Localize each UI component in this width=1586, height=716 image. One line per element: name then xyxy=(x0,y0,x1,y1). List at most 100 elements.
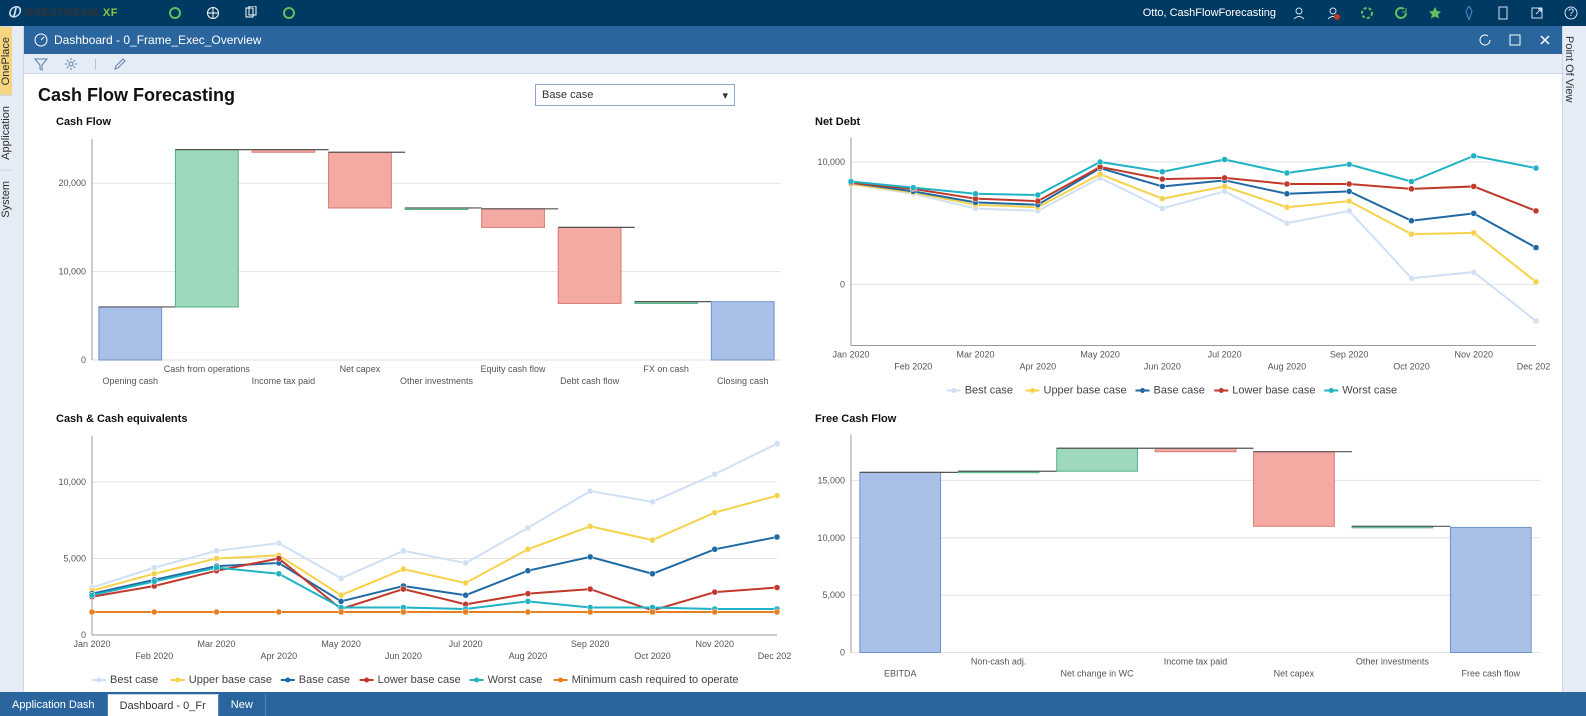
subheader-title: Dashboard - 0_Frame_Exec_Overview xyxy=(54,33,261,47)
rail-tab-oneplace[interactable]: OnePlace xyxy=(0,26,12,95)
pin-icon[interactable] xyxy=(1462,6,1476,20)
svg-text:Lower base case: Lower base case xyxy=(378,674,461,686)
chart-net-debt: 010,000Jan 2020Feb 2020Mar 2020Apr 2020M… xyxy=(795,130,1550,405)
svg-text:Net capex: Net capex xyxy=(1274,669,1315,679)
svg-text:Net capex: Net capex xyxy=(340,364,381,374)
svg-text:Closing cash: Closing cash xyxy=(717,376,769,386)
scenario-selected: Base case xyxy=(542,89,593,101)
svg-text:0: 0 xyxy=(81,355,86,365)
svg-text:Worst case: Worst case xyxy=(1342,385,1397,397)
footer-tab-new[interactable]: New xyxy=(219,694,266,716)
edit-icon[interactable] xyxy=(113,57,127,71)
left-rail: OnePlace Application System xyxy=(0,26,24,692)
gear-icon[interactable] xyxy=(64,57,78,71)
svg-text:Feb 2020: Feb 2020 xyxy=(135,651,173,661)
svg-text:Minimum cash required to opera: Minimum cash required to operate xyxy=(572,674,739,686)
copy-icon[interactable] xyxy=(244,6,258,20)
panel-cash-flow: Cash Flow 010,00020,000Opening cashCash … xyxy=(36,112,791,405)
svg-text:Base case: Base case xyxy=(1154,385,1205,397)
page-title: Cash Flow Forecasting xyxy=(38,85,235,106)
refresh-icon[interactable] xyxy=(1394,6,1408,20)
user-x-icon[interactable] xyxy=(1326,6,1340,20)
footer-tabs: Application Dash Dashboard - 0_Fr New xyxy=(0,692,1586,716)
app-instance: Otto, CashFlowForecasting xyxy=(1143,7,1276,19)
svg-text:Jun 2020: Jun 2020 xyxy=(1144,362,1181,372)
filter-icon[interactable] xyxy=(34,57,48,71)
svg-text:Oct 2020: Oct 2020 xyxy=(634,651,671,661)
footer-tab-dashboard[interactable]: Dashboard - 0_Fr xyxy=(108,694,219,716)
svg-text:Apr 2020: Apr 2020 xyxy=(261,651,298,661)
svg-text:5,000: 5,000 xyxy=(822,590,845,600)
status-circle-green-icon xyxy=(168,6,182,20)
svg-text:Jan 2020: Jan 2020 xyxy=(832,350,869,360)
svg-text:Base case: Base case xyxy=(299,674,350,686)
chart-cash-flow: 010,00020,000Opening cashCash from opera… xyxy=(36,130,791,405)
rail-tab-system[interactable]: System xyxy=(0,170,12,228)
panel-title-cash-equiv: Cash & Cash equivalents xyxy=(36,409,791,427)
svg-text:20,000: 20,000 xyxy=(58,178,86,188)
svg-text:May 2020: May 2020 xyxy=(321,639,361,649)
panel-title-net-debt: Net Debt xyxy=(795,112,1550,130)
svg-text:Free cash flow: Free cash flow xyxy=(1462,669,1521,679)
svg-text:Cash from operations: Cash from operations xyxy=(164,364,251,374)
footer-tab-appdash[interactable]: Application Dash xyxy=(0,694,108,716)
svg-text:Debt cash flow: Debt cash flow xyxy=(560,376,620,386)
svg-text:Mar 2020: Mar 2020 xyxy=(198,639,236,649)
svg-text:Best case: Best case xyxy=(110,674,158,686)
close-icon[interactable] xyxy=(1538,33,1552,47)
brand-logo: ⦶ONESTREAMXF xyxy=(8,4,118,22)
toolbar: | xyxy=(24,54,1562,74)
svg-text:EBITDA: EBITDA xyxy=(884,669,917,679)
svg-text:Nov 2020: Nov 2020 xyxy=(1454,350,1493,360)
scenario-select[interactable]: Base case ▾ xyxy=(535,84,735,106)
svg-text:Upper base case: Upper base case xyxy=(189,674,272,686)
star-icon[interactable] xyxy=(1428,6,1442,20)
spinner-icon[interactable] xyxy=(1360,6,1374,20)
rail-tab-application[interactable]: Application xyxy=(0,95,12,170)
svg-text:Equity cash flow: Equity cash flow xyxy=(481,364,547,374)
svg-text:0: 0 xyxy=(840,648,845,658)
svg-text:10,000: 10,000 xyxy=(817,533,845,543)
svg-text:5,000: 5,000 xyxy=(63,553,86,563)
svg-text:Non-cash adj.: Non-cash adj. xyxy=(971,657,1027,667)
svg-text:Jun 2020: Jun 2020 xyxy=(385,651,422,661)
chevron-down-icon: ▾ xyxy=(723,89,729,102)
svg-text:Aug 2020: Aug 2020 xyxy=(509,651,548,661)
dashboard-content: Cash Flow Forecasting Base case ▾ Cash F… xyxy=(24,74,1562,692)
help-icon[interactable]: ? xyxy=(1564,6,1578,20)
svg-text:Sep 2020: Sep 2020 xyxy=(1330,350,1369,360)
svg-text:Lower base case: Lower base case xyxy=(1232,385,1315,397)
dashboard-icon xyxy=(34,33,48,47)
svg-text:Oct 2020: Oct 2020 xyxy=(1393,362,1430,372)
svg-text:Aug 2020: Aug 2020 xyxy=(1268,362,1307,372)
panel-title-cash-flow: Cash Flow xyxy=(36,112,791,130)
svg-text:Net change in WC: Net change in WC xyxy=(1061,669,1135,679)
svg-text:Income tax paid: Income tax paid xyxy=(1164,657,1228,667)
svg-text:Best case: Best case xyxy=(965,385,1013,397)
svg-text:Jul 2020: Jul 2020 xyxy=(449,639,483,649)
svg-text:Upper base case: Upper base case xyxy=(1044,385,1127,397)
svg-text:Income tax paid: Income tax paid xyxy=(252,376,316,386)
panel-title-fcf: Free Cash Flow xyxy=(795,409,1550,427)
svg-text:Nov 2020: Nov 2020 xyxy=(695,639,734,649)
status-circle-green-2-icon xyxy=(282,6,296,20)
popout-icon[interactable] xyxy=(1530,6,1544,20)
svg-text:May 2020: May 2020 xyxy=(1080,350,1120,360)
svg-text:Dec 2020: Dec 2020 xyxy=(758,651,791,661)
panel-cash-equiv: Cash & Cash equivalents 05,00010,000Jan … xyxy=(36,409,791,692)
svg-text:Jan 2020: Jan 2020 xyxy=(73,639,110,649)
refresh-small-icon[interactable] xyxy=(1478,33,1492,47)
svg-text:Other investments: Other investments xyxy=(1356,657,1430,667)
svg-text:Worst case: Worst case xyxy=(488,674,543,686)
svg-text:Apr 2020: Apr 2020 xyxy=(1020,362,1057,372)
chart-fcf: 05,00010,00015,000EBITDANon-cash adj.Net… xyxy=(795,427,1550,692)
subheader: Dashboard - 0_Frame_Exec_Overview xyxy=(24,26,1562,54)
rail-tab-pov[interactable]: Point Of View xyxy=(1563,26,1575,112)
maximize-icon[interactable] xyxy=(1508,33,1522,47)
title-bar: ⦶ONESTREAMXF Otto, CashFlowForecasting ? xyxy=(0,0,1586,26)
globe-icon[interactable] xyxy=(206,6,220,20)
user-icon[interactable] xyxy=(1292,6,1306,20)
svg-text:10,000: 10,000 xyxy=(58,267,86,277)
panel-net-debt: Net Debt 010,000Jan 2020Feb 2020Mar 2020… xyxy=(795,112,1550,405)
clipboard-icon[interactable] xyxy=(1496,6,1510,20)
